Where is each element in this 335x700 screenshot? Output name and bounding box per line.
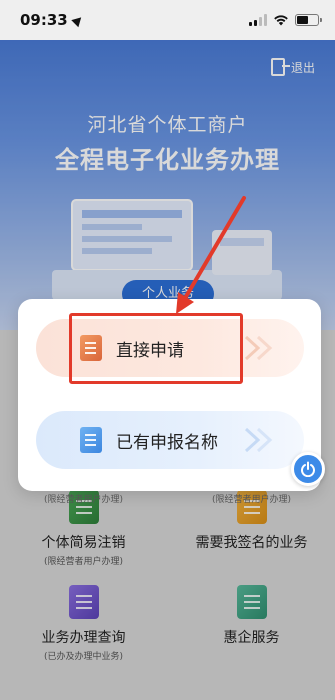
status-icons bbox=[249, 14, 322, 26]
power-icon bbox=[301, 461, 315, 477]
existing-name-label: 已有申报名称 bbox=[116, 432, 218, 453]
signal-icon bbox=[249, 14, 267, 26]
grid-peek-sub-right: (限经营者用户办理) bbox=[211, 495, 292, 505]
chevron-right-icon bbox=[244, 427, 273, 453]
status-time: 09:33 bbox=[20, 11, 85, 29]
chevron-right-icon bbox=[244, 335, 273, 361]
annotation-highlight-box bbox=[69, 313, 243, 384]
wifi-icon bbox=[273, 14, 289, 26]
blue-document-icon bbox=[80, 427, 102, 453]
grid-peek-sub-left: (限经营者用户办理) bbox=[43, 495, 124, 505]
existing-name-button[interactable]: 已有申报名称 bbox=[36, 411, 304, 469]
power-button[interactable] bbox=[291, 452, 325, 486]
location-arrow-icon bbox=[71, 13, 85, 27]
battery-icon bbox=[295, 14, 322, 26]
status-bar: 09:33 bbox=[0, 0, 335, 40]
clock-text: 09:33 bbox=[20, 11, 68, 29]
